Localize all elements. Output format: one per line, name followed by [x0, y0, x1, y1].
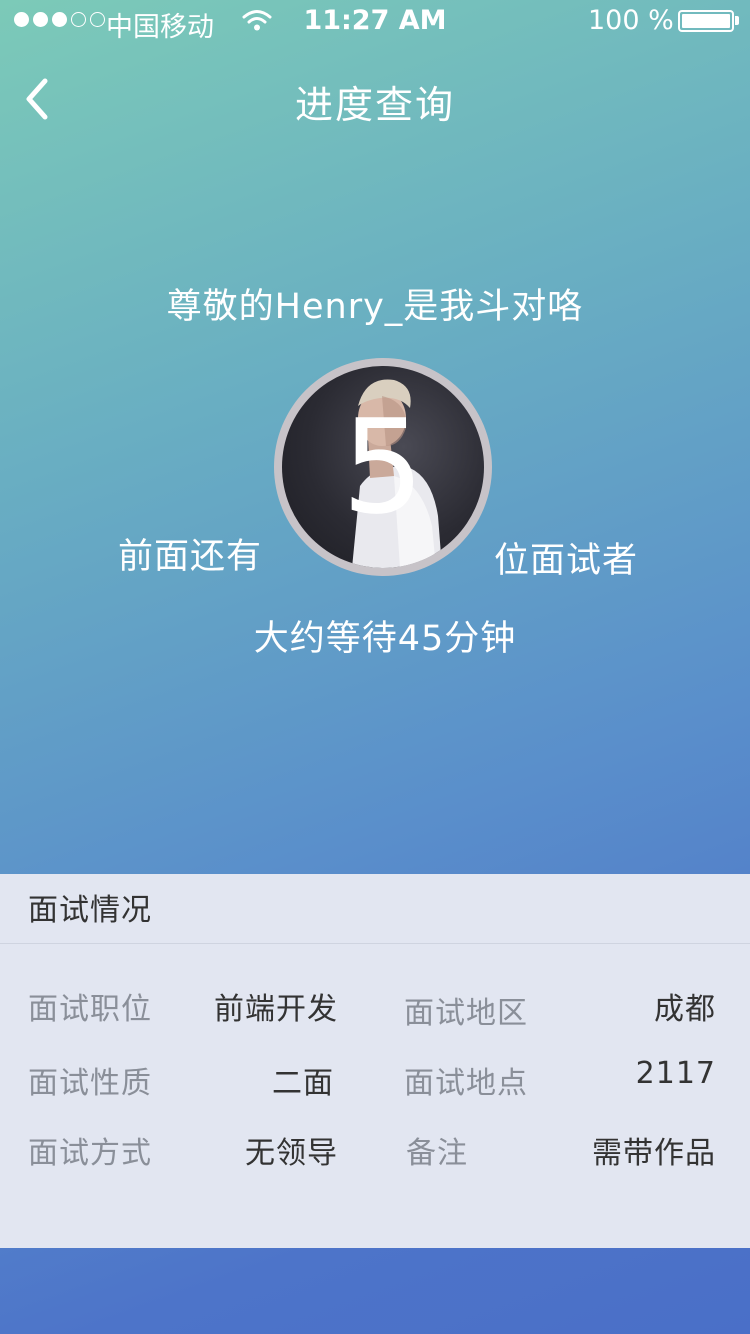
value-position: 前端开发	[214, 992, 338, 1027]
queue-position-number: 5	[341, 391, 425, 543]
battery-percentage: 100 %	[588, 5, 674, 36]
battery-icon	[678, 10, 734, 32]
greeting-text: 尊敬的Henry_是我斗对咯	[166, 287, 584, 327]
ahead-label: 前面还有	[118, 537, 263, 577]
card-title: 面试情况	[0, 874, 750, 944]
value-format: 无领导	[245, 1136, 338, 1171]
label-location: 面试地点	[404, 1066, 528, 1101]
estimated-wait-text: 大约等待45分钟	[253, 619, 517, 659]
status-bar: 中国移动 11:27 AM 100 %	[0, 0, 750, 44]
label-format: 面试方式	[28, 1136, 152, 1171]
interview-details-card: 面试情况 面试职位 前端开发 面试地区 成都 面试性质 二面 面试地点 2117…	[0, 874, 750, 1248]
label-notes: 备注	[406, 1136, 468, 1171]
navigation-bar: 进度查询	[0, 44, 750, 154]
battery-tip	[735, 16, 739, 25]
value-region: 成都	[654, 992, 716, 1027]
label-region: 面试地区	[404, 996, 528, 1031]
interviewees-label: 位面试者	[494, 541, 639, 581]
label-position: 面试职位	[28, 992, 152, 1027]
value-round: 二面	[272, 1066, 334, 1101]
page-title: 进度查询	[294, 83, 455, 127]
label-round: 面试性质	[28, 1066, 152, 1101]
value-notes: 需带作品	[592, 1136, 716, 1171]
value-location: 2117	[635, 1056, 716, 1091]
